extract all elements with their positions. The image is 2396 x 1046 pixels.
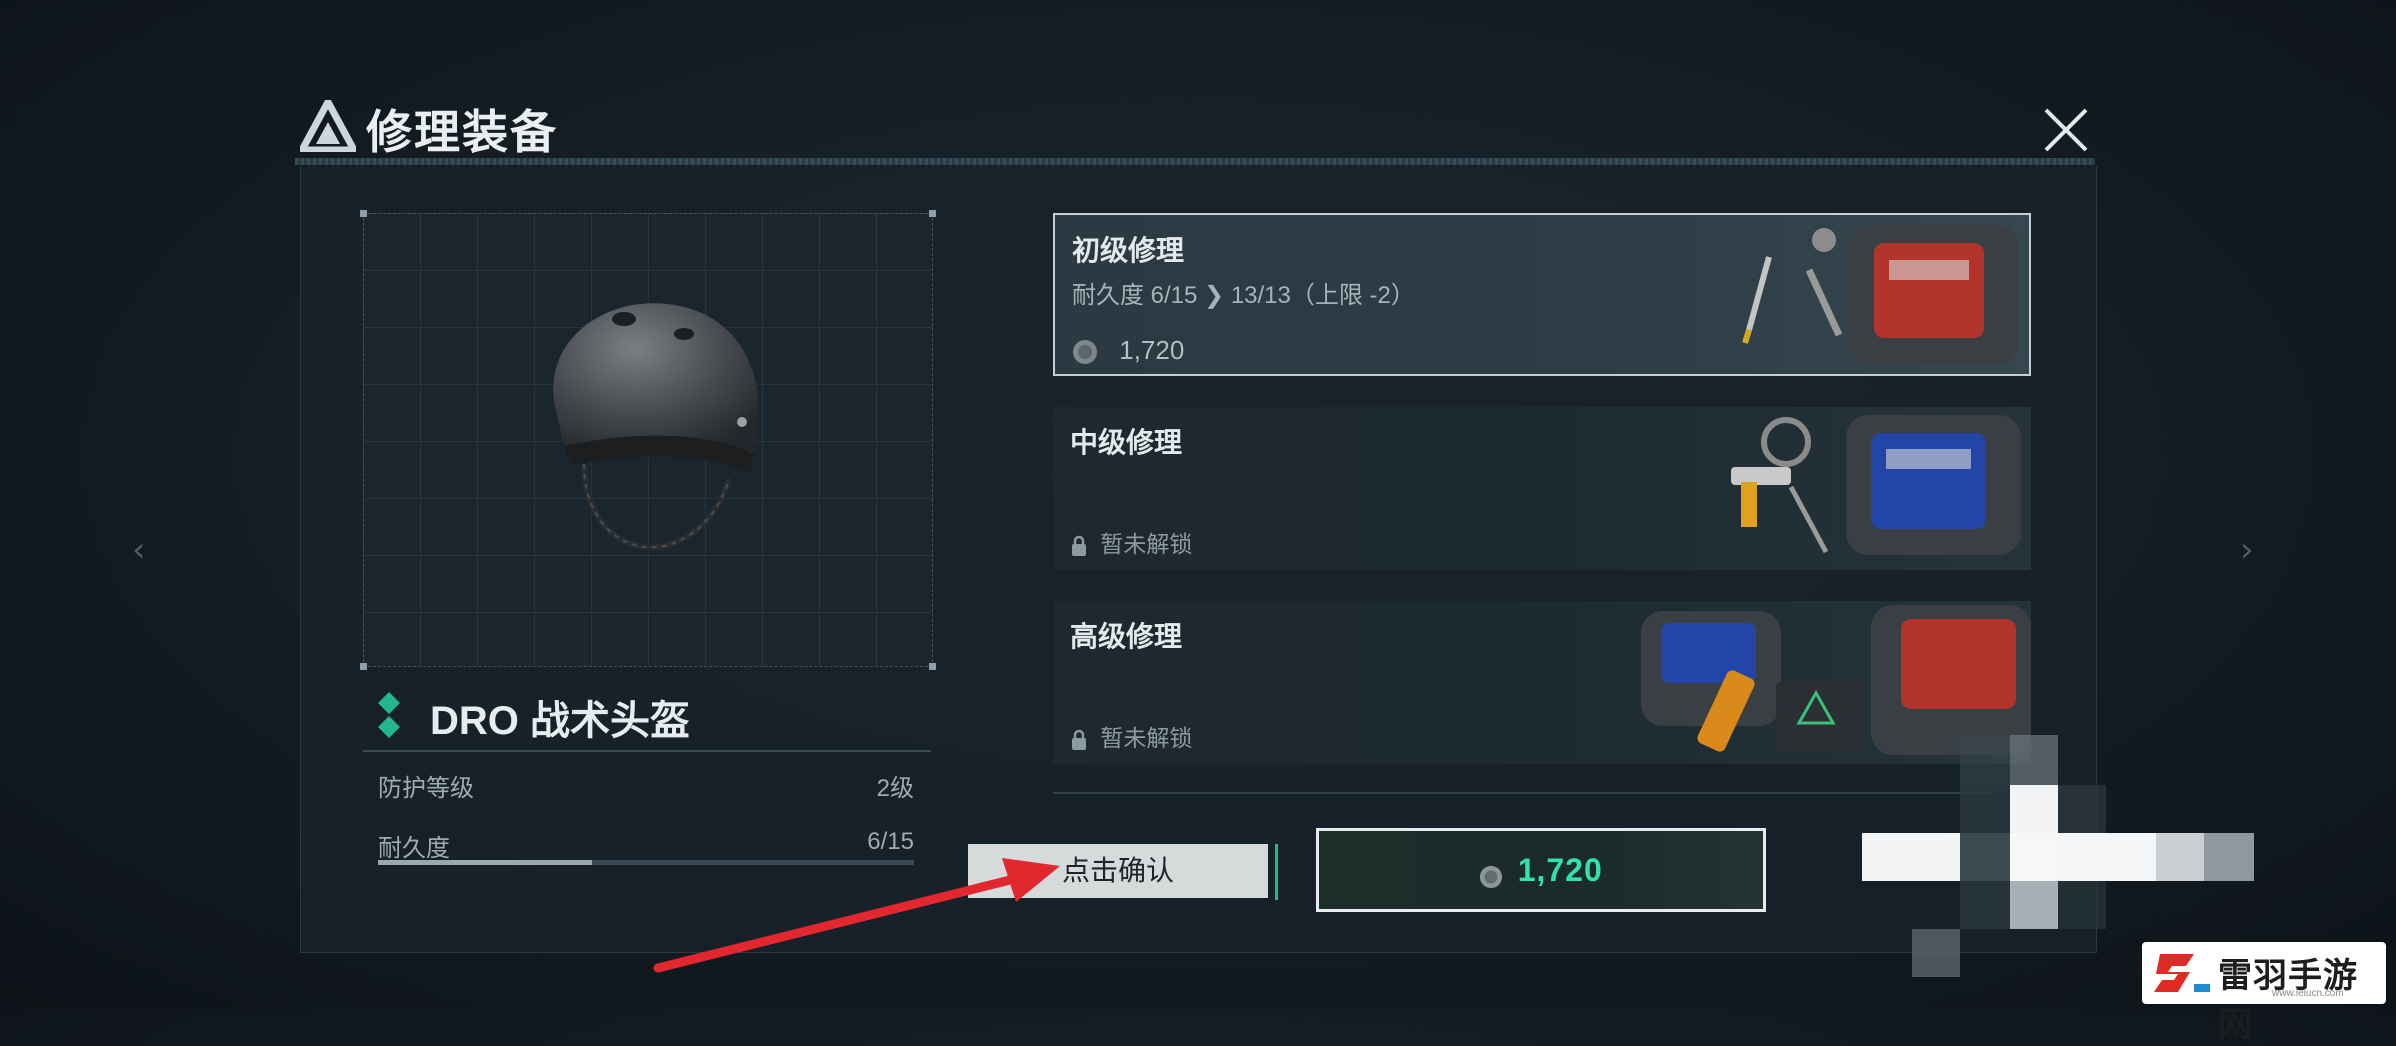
confirm-hint-label: 点击确认 (968, 844, 1268, 898)
item-preview (360, 210, 936, 670)
stat-row-protection: 防护等级 2级 (378, 768, 914, 803)
confirm-repair-button[interactable]: 1,720 (1316, 828, 1766, 912)
lock-text: 暂未解锁 (1100, 725, 1193, 751)
repair-option-title: 高级修理 (1070, 621, 1183, 652)
stat-label: 防护等级 (378, 775, 474, 802)
watermark: 雷羽手游网 www.leiucn.com (2142, 942, 2386, 1044)
stat-label: 耐久度 (378, 835, 450, 862)
repair-kit-image (1641, 605, 2031, 755)
game-logo-icon (300, 100, 356, 152)
repair-option-title: 初级修理 (1072, 235, 1185, 266)
divider (363, 750, 931, 752)
item-name: DRO 战术头盔 (430, 699, 690, 743)
repair-option-intermediate[interactable]: 中级修理 暂未解锁 (1053, 407, 2031, 570)
repair-option-cost: 1,720 (1119, 335, 1185, 365)
repair-option-advanced[interactable]: 高级修理 暂未解锁 (1053, 601, 2031, 764)
lock-icon (1072, 729, 1086, 750)
frame-corner (360, 210, 367, 217)
chevron-left-icon[interactable]: ‹ (132, 530, 146, 570)
durability-bar-fill (378, 860, 593, 865)
repair-option-desc: 耐久度 6/15 ❯ 13/13（上限 -2） (1072, 282, 1415, 309)
lock-row: 暂未解锁 (1070, 719, 1192, 753)
confirm-hint-accent (1275, 844, 1278, 900)
stat-value: 6/15 (867, 828, 914, 855)
rarity-icon (378, 692, 400, 738)
title-divider (295, 158, 2095, 165)
coin-icon (1480, 865, 1503, 888)
durability-bar (378, 860, 914, 865)
frame-corner (360, 663, 367, 670)
lock-icon (1072, 535, 1086, 556)
confirm-price: 1,720 (1517, 852, 1603, 888)
page-title: 修理装备 (366, 106, 558, 158)
repair-option-basic[interactable]: 初级修理 耐久度 6/15 ❯ 13/13（上限 -2） 1,720 (1053, 213, 2031, 376)
title-bar: 修理装备 (300, 92, 2095, 162)
repair-option-cost-row: 1,720 (1072, 335, 1184, 366)
close-icon[interactable] (2040, 104, 2092, 156)
watermark-url: www.leiucn.com (2272, 988, 2344, 999)
chevron-right-icon[interactable]: › (2240, 530, 2254, 570)
watermark-logo-icon (2154, 954, 2210, 992)
lock-row: 暂未解锁 (1070, 525, 1192, 559)
repair-option-title: 中级修理 (1070, 427, 1183, 458)
coin-icon (1073, 340, 1097, 365)
stat-row-durability: 耐久度 6/15 (378, 828, 914, 863)
frame-corner (929, 210, 936, 217)
divider (1053, 792, 1993, 794)
repair-kit-image (1742, 225, 2019, 365)
stat-value: 2级 (876, 775, 914, 802)
lock-text: 暂未解锁 (1100, 531, 1193, 557)
helmet-image (553, 303, 759, 551)
repair-kit-image (1731, 415, 2021, 555)
frame-corner (929, 663, 936, 670)
